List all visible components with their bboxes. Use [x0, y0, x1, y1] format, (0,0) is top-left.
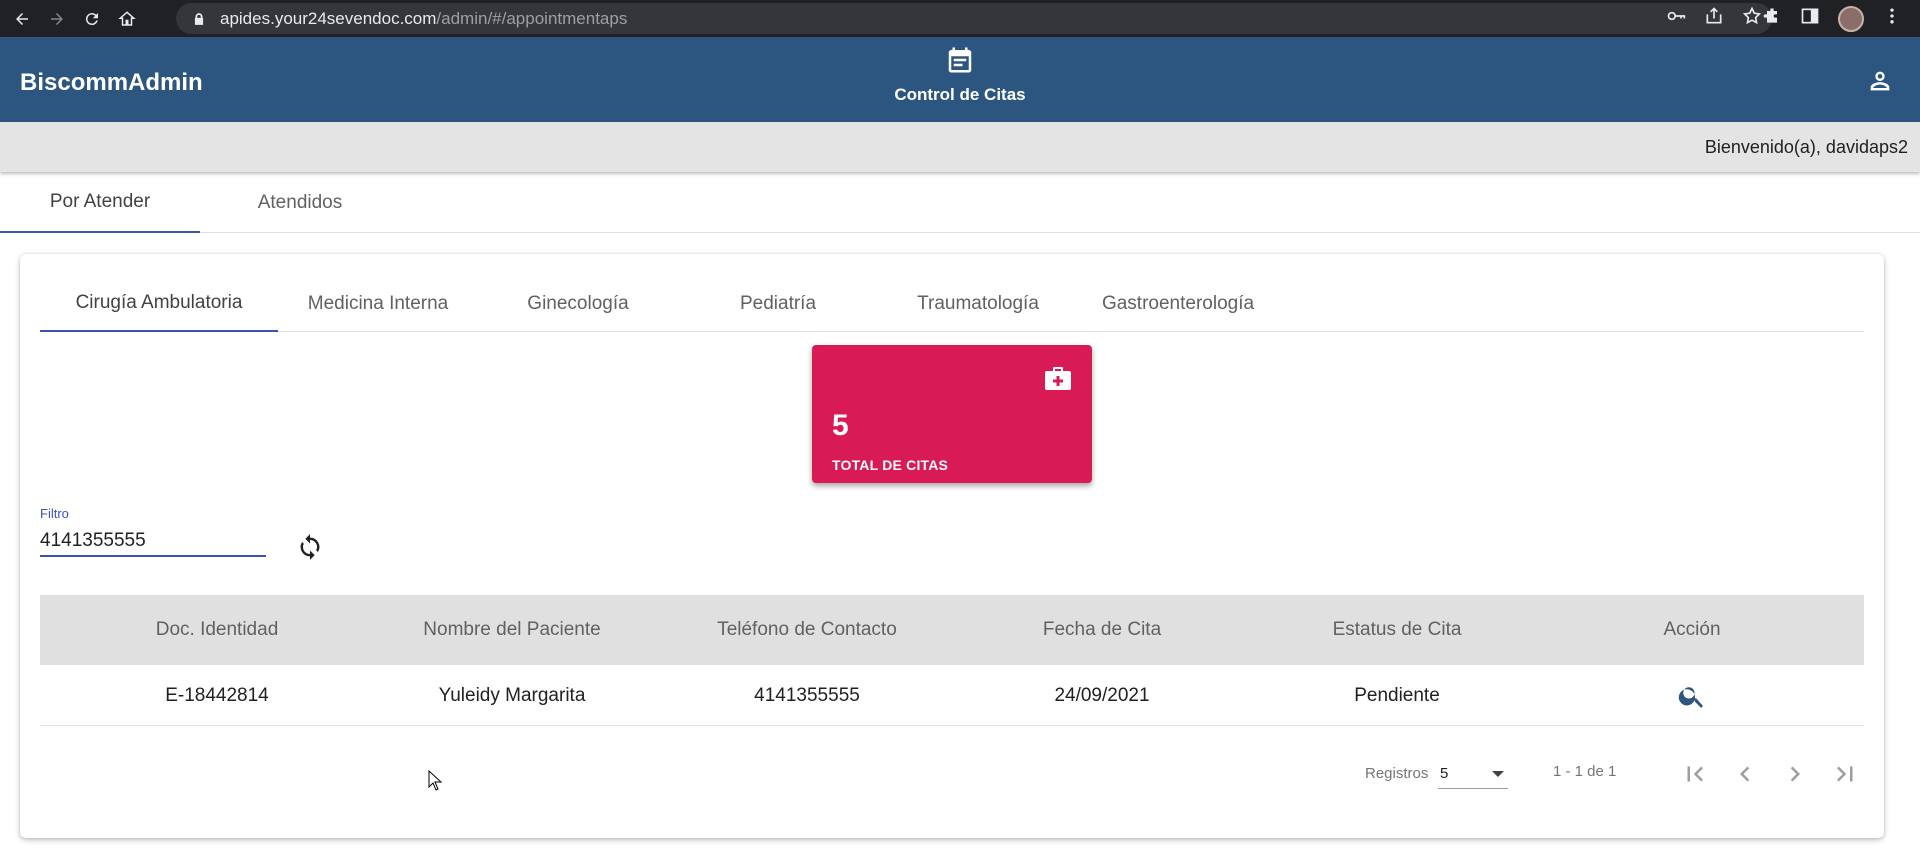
filter-input[interactable] [40, 527, 266, 557]
page-size-select[interactable]: 5 [1438, 759, 1508, 789]
cell-doc: E-18442814 [165, 685, 269, 706]
profile-avatar[interactable] [1838, 5, 1864, 32]
appointments-table: Doc. Identidad Nombre del Paciente Teléf… [40, 595, 1864, 726]
next-page-icon[interactable] [1780, 759, 1810, 789]
app-header: BiscommAdmin Control de Citas [0, 37, 1920, 122]
column-header: Fecha de Cita [1042, 619, 1162, 640]
calendar-icon [948, 47, 972, 73]
key-icon[interactable] [1666, 6, 1686, 31]
cell-phone: 4141355555 [754, 685, 860, 706]
status-tabs: Por Atender Atendidos [0, 173, 1920, 233]
home-icon[interactable] [114, 6, 140, 32]
cell-name: Yuleidy Margarita [438, 685, 586, 706]
tab-pediatria[interactable]: Pediatría [678, 276, 878, 332]
search-icon[interactable] [1677, 681, 1707, 711]
table-row: E-18442814 Yuleidy Margarita 4141355555 … [40, 665, 1864, 726]
total-citas-value: 5 [832, 409, 849, 442]
share-icon[interactable] [1704, 6, 1724, 31]
header-center: Control de Citas [860, 45, 1060, 105]
more-vert-icon[interactable] [1882, 6, 1902, 31]
specialty-tabs: Cirugía Ambulatoria Medicina Interna Gin… [40, 276, 1864, 332]
page-size-label: Registros [1365, 765, 1429, 782]
star-icon[interactable] [1742, 6, 1762, 31]
back-icon[interactable] [9, 6, 35, 32]
last-page-icon[interactable] [1830, 759, 1860, 789]
filter-label: Filtro [40, 506, 69, 521]
app-brand[interactable]: BiscommAdmin [20, 69, 203, 97]
column-header: Estatus de Cita [1332, 619, 1462, 640]
medical-kit-icon [1045, 367, 1071, 390]
total-citas-label: TOTAL DE CITAS [832, 457, 949, 473]
tab-atendidos[interactable]: Atendidos [200, 173, 400, 233]
appointments-card: Cirugía Ambulatoria Medicina Interna Gin… [20, 254, 1884, 838]
chevron-down-icon [1492, 771, 1504, 777]
cell-date: 24/09/2021 [1054, 685, 1150, 706]
cell-status: Pendiente [1354, 685, 1440, 706]
page-range: 1 - 1 de 1 [1553, 763, 1617, 780]
total-citas-card: 5 TOTAL DE CITAS [812, 345, 1092, 483]
lock-icon [192, 12, 206, 26]
column-header: Nombre del Paciente [423, 619, 601, 640]
tab-ginecologia[interactable]: Ginecología [478, 276, 678, 332]
cell-action [1574, 665, 1810, 726]
tab-medicina-interna[interactable]: Medicina Interna [278, 276, 478, 332]
welcome-text: Bienvenido(a), davidaps2 [1704, 137, 1908, 157]
previous-page-icon[interactable] [1730, 759, 1760, 789]
refresh-icon[interactable] [296, 533, 324, 561]
page-size-value: 5 [1440, 765, 1449, 782]
tab-gastroenterologia[interactable]: Gastroenterología [1078, 276, 1278, 332]
browser-toolbar: apides.your24sevendoc.com/admin/#/appoin… [0, 0, 1920, 37]
extensions-icon[interactable] [1762, 6, 1782, 31]
column-header: Acción [1663, 619, 1721, 640]
column-header: Doc. Identidad [155, 619, 279, 640]
welcome-bar: Bienvenido(a), davidaps2 [0, 122, 1920, 172]
page-title: Control de Citas [894, 85, 1026, 104]
first-page-icon[interactable] [1680, 759, 1710, 789]
table-header: Doc. Identidad Nombre del Paciente Teléf… [40, 595, 1864, 665]
forward-icon[interactable] [44, 6, 70, 32]
tab-cirugia-ambulatoria[interactable]: Cirugía Ambulatoria [40, 276, 278, 332]
url-text: apides.your24sevendoc.com/admin/#/appoin… [220, 8, 628, 28]
account-icon[interactable] [1866, 67, 1894, 95]
tab-traumatologia[interactable]: Traumatología [878, 276, 1078, 332]
filter-field: Filtro [40, 506, 266, 557]
column-header: Teléfono de Contacto [717, 619, 897, 640]
mouse-cursor-icon [428, 770, 443, 791]
address-bar[interactable]: apides.your24sevendoc.com/admin/#/appoin… [176, 3, 1772, 34]
paginator: Registros 5 1 - 1 de 1 [20, 759, 1884, 789]
sidepanel-icon[interactable] [1800, 6, 1820, 31]
reload-icon[interactable] [79, 6, 105, 32]
tab-por-atender[interactable]: Por Atender [0, 173, 200, 233]
